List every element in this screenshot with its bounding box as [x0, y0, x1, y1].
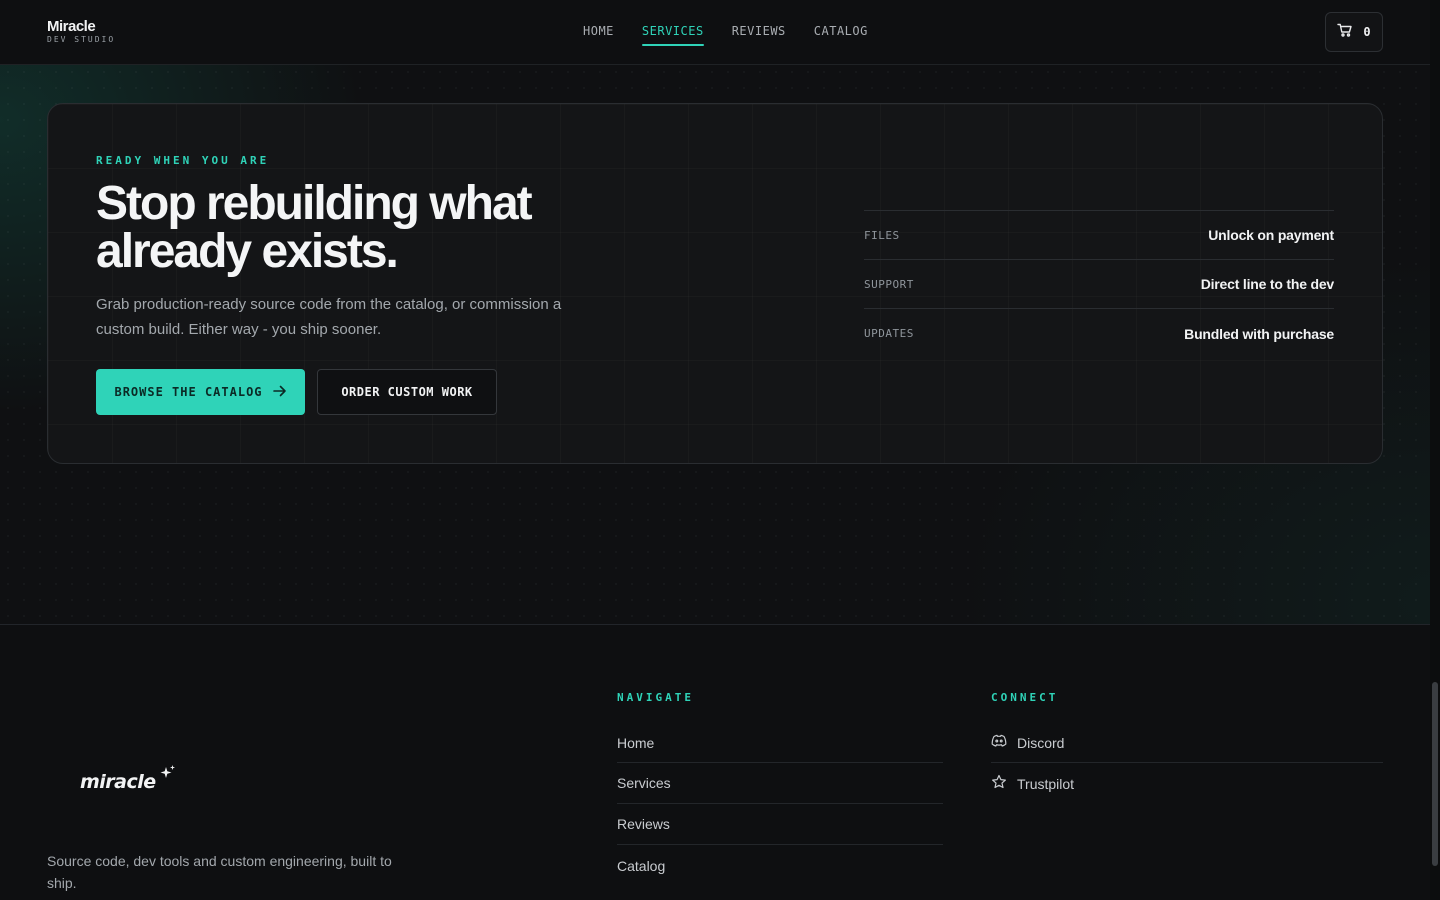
- spec-list: FILES Unlock on payment SUPPORT Direct l…: [864, 210, 1334, 358]
- order-custom-work-label: ORDER CUSTOM WORK: [341, 385, 473, 399]
- brand[interactable]: Miracle DEV STUDIO: [47, 18, 115, 45]
- miracle-logo: miracle: [80, 765, 175, 793]
- spec-key: UPDATES: [864, 327, 914, 340]
- scrollbar-thumb[interactable]: [1432, 682, 1438, 866]
- browse-catalog-label: BROWSE THE CATALOG: [114, 385, 263, 399]
- order-custom-work-button[interactable]: ORDER CUSTOM WORK: [317, 369, 497, 415]
- nav-home[interactable]: HOME: [583, 24, 614, 46]
- navigate-links: Home Services Reviews Catalog: [617, 723, 943, 886]
- footer-link-reviews[interactable]: Reviews: [617, 804, 943, 845]
- nav-catalog[interactable]: CATALOG: [814, 24, 868, 46]
- brand-subtitle: DEV STUDIO: [47, 35, 116, 44]
- star-icon: [991, 774, 1007, 793]
- connect-links: Discord Trustpilot: [991, 723, 1383, 804]
- cart-button[interactable]: 0: [1325, 12, 1383, 52]
- footer-link-trustpilot[interactable]: Trustpilot: [991, 763, 1383, 804]
- spec-row-files: FILES Unlock on payment: [864, 211, 1334, 260]
- footer-navigate-column: NAVIGATE Home Services Reviews Catalog: [617, 691, 943, 886]
- page-scrollbar[interactable]: [1430, 0, 1440, 900]
- cart-count: 0: [1363, 25, 1371, 39]
- cta-headline: Stop rebuilding what already exists.: [96, 177, 533, 278]
- footer-link-label: Catalog: [617, 857, 666, 874]
- footer-link-services[interactable]: Services: [617, 763, 943, 804]
- spec-key: SUPPORT: [864, 277, 914, 291]
- footer-link-label: Trustpilot: [1017, 775, 1075, 792]
- spec-value: Unlock on payment: [1208, 227, 1334, 243]
- footer-link-label: Home: [617, 734, 655, 751]
- footer-logo[interactable]: miracle: [80, 765, 176, 798]
- spec-value: Direct line to the dev: [1200, 276, 1334, 292]
- cta-card: READY WHEN YOU ARE Stop rebuilding what …: [47, 103, 1383, 464]
- site-header: Miracle DEV STUDIO HOME SERVICES REVIEWS…: [0, 0, 1430, 65]
- footer-tagline: Source code, dev tools and custom engine…: [47, 853, 392, 891]
- logo-wordmark: miracle: [80, 771, 156, 793]
- spec-key: FILES: [864, 228, 900, 242]
- brand-name: Miracle: [47, 18, 96, 35]
- browse-catalog-button[interactable]: BROWSE THE CATALOG: [96, 369, 305, 415]
- cta-eyebrow: READY WHEN YOU ARE: [96, 154, 270, 167]
- footer-link-home[interactable]: Home: [617, 723, 943, 763]
- site-footer: miracle Source code, dev tools and custo…: [0, 624, 1430, 900]
- discord-icon: [991, 734, 1007, 751]
- spec-row-support: SUPPORT Direct line to the dev: [864, 260, 1334, 309]
- connect-title: CONNECT: [991, 691, 1059, 704]
- cart-icon: [1337, 23, 1353, 42]
- footer-connect-column: CONNECT Discord Trustpilot: [991, 691, 1383, 804]
- footer-link-label: Services: [617, 775, 671, 791]
- arrow-right-icon: [272, 385, 287, 400]
- spec-row-updates: UPDATES Bundled with purchase: [864, 309, 1334, 358]
- nav-reviews[interactable]: REVIEWS: [732, 24, 786, 46]
- footer-link-discord[interactable]: Discord: [991, 723, 1383, 763]
- footer-link-catalog[interactable]: Catalog: [617, 845, 943, 886]
- footer-link-label: Discord: [1017, 734, 1065, 751]
- main-nav: HOME SERVICES REVIEWS CATALOG: [583, 24, 868, 46]
- nav-services[interactable]: SERVICES: [641, 24, 704, 46]
- navigate-title: NAVIGATE: [617, 691, 694, 704]
- footer-link-label: Reviews: [617, 816, 670, 832]
- cta-subcopy: Grab production-ready source code from t…: [96, 296, 562, 338]
- spec-value: Bundled with purchase: [1184, 325, 1334, 342]
